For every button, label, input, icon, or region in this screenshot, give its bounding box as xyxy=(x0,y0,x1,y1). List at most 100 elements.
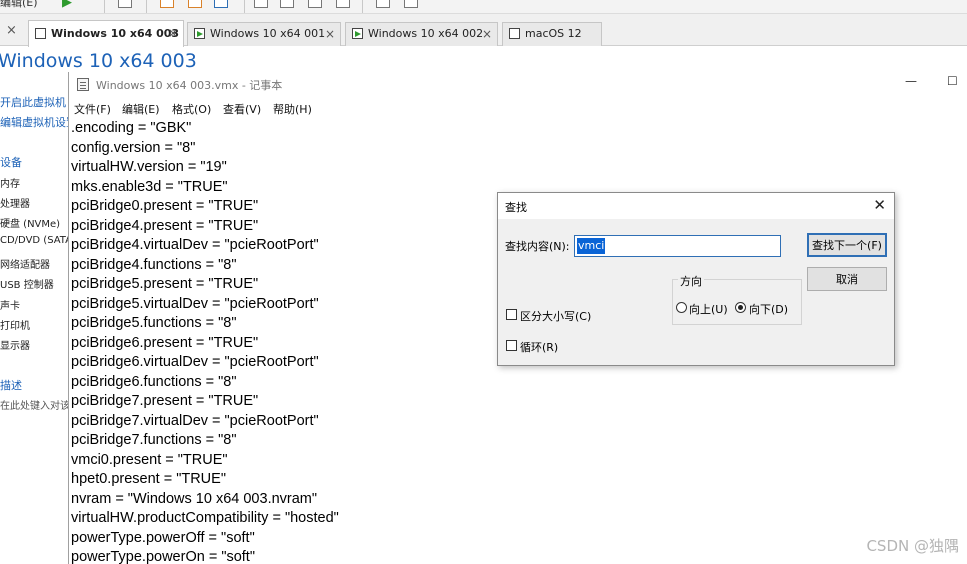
device-memory[interactable]: 内存 xyxy=(0,175,20,190)
text-line: pciBridge6.present = "TRUE" xyxy=(71,334,259,351)
tab-label: Windows 10 x64 003 xyxy=(51,27,180,40)
direction-up-label[interactable]: 向上(U) xyxy=(689,301,728,317)
wrap-around-label[interactable]: 循环(R) xyxy=(520,339,558,355)
text-line: powerType.powerOff = "soft" xyxy=(71,529,255,546)
power-on-vm-link[interactable]: 开启此虚拟机 xyxy=(0,94,66,110)
tab-label: Windows 10 x64 002 xyxy=(368,27,484,40)
text-line: pciBridge0.present = "TRUE" xyxy=(71,198,259,214)
text-line: pciBridge5.virtualDev = "pcieRootPort" xyxy=(71,295,319,312)
direction-down-radio[interactable] xyxy=(735,302,746,313)
device-sound-card[interactable]: 声卡 xyxy=(0,297,20,312)
device-usb-controller[interactable]: USB 控制器 xyxy=(0,276,54,291)
tab-windows-10-x64-002[interactable]: Windows 10 x64 002 × xyxy=(345,22,498,46)
tab-close-icon[interactable]: × xyxy=(325,23,335,45)
text-line: pciBridge6.functions = "8" xyxy=(71,373,237,390)
find-dialog-title: 查找 xyxy=(505,201,527,214)
text-line: pciBridge4.functions = "8" xyxy=(71,256,237,273)
menu-view[interactable]: 查看(V) xyxy=(223,101,261,117)
device-hard-disk[interactable]: 硬盘 (NVMe) xyxy=(0,215,60,230)
tab-label: macOS 12 xyxy=(525,27,582,40)
toolbar-divider xyxy=(146,0,147,13)
direction-label: 方向 xyxy=(678,273,704,289)
text-line: pciBridge4.virtualDev = "pcieRootPort" xyxy=(71,237,319,253)
find-dialog-titlebar[interactable]: 查找 ✕ xyxy=(498,193,894,219)
stretch-guest-icon[interactable] xyxy=(404,0,418,8)
find-what-label: 查找内容(N): xyxy=(505,240,570,253)
match-case-label[interactable]: 区分大小写(C) xyxy=(520,308,591,324)
toolbar-divider xyxy=(362,0,363,13)
send-keys-icon[interactable] xyxy=(118,0,132,8)
menu-format[interactable]: 格式(O) xyxy=(172,101,211,117)
device-printer[interactable]: 打印机 xyxy=(0,317,30,332)
text-line: virtualHW.version = "19" xyxy=(71,159,227,175)
find-dialog: 查找 ✕ 查找内容(N): vmci 查找下一个(F) 取消 方向 向上(U) … xyxy=(497,192,895,366)
device-network-adapter[interactable]: 网络适配器 xyxy=(0,256,50,271)
text-line: hpet0.present = "TRUE" xyxy=(71,471,226,487)
text-line: pciBridge7.virtualDev = "pcieRootPort" xyxy=(71,412,319,429)
direction-up-radio[interactable] xyxy=(676,302,687,313)
direction-down-label[interactable]: 向下(D) xyxy=(749,301,788,317)
edit-vm-settings-link[interactable]: 编辑虚拟机设置 xyxy=(0,114,70,130)
tab-windows-10-x64-001[interactable]: Windows 10 x64 001 × xyxy=(187,22,341,46)
console-view-icon[interactable] xyxy=(376,0,390,8)
text-line: mks.enable3d = "TRUE" xyxy=(71,178,228,195)
description-placeholder[interactable]: 在此处键入对该虚拟机的描述。 xyxy=(0,397,70,412)
cancel-button[interactable]: 取消 xyxy=(807,267,887,291)
power-on-icon[interactable]: ▶ xyxy=(62,0,72,12)
notepad-title: Windows 10 x64 003.vmx - 记事本 xyxy=(96,79,283,92)
notepad-titlebar[interactable]: Windows 10 x64 003.vmx - 记事本 — ☐ xyxy=(69,72,967,98)
text-line: .encoding = "GBK" xyxy=(71,120,192,136)
unity-icon[interactable] xyxy=(336,0,350,8)
device-processor[interactable]: 处理器 xyxy=(0,195,30,210)
text-line: pciBridge7.present = "TRUE" xyxy=(71,393,259,409)
find-what-selected-text: vmci xyxy=(577,238,606,254)
vm-tab-bar: × Windows 10 x64 003 × Windows 10 x64 00… xyxy=(0,14,967,47)
device-cd-dvd[interactable]: CD/DVD (SATA) xyxy=(0,235,70,246)
text-line: vmci0.present = "TRUE" xyxy=(71,451,228,468)
find-next-button[interactable]: 查找下一个(F) xyxy=(807,233,887,257)
menu-file[interactable]: 文件(F) xyxy=(74,101,111,117)
wrap-around-checkbox[interactable] xyxy=(506,340,517,351)
text-line: pciBridge5.present = "TRUE" xyxy=(71,276,259,292)
text-line: pciBridge4.present = "TRUE" xyxy=(71,217,259,234)
notepad-menubar: 文件(F) 编辑(E) 格式(O) 查看(V) 帮助(H) xyxy=(69,98,967,118)
host-menu-edit[interactable]: 编辑(E) xyxy=(0,0,38,12)
tab-close-icon[interactable]: × xyxy=(482,23,492,45)
text-line: nvram = "Windows 10 x64 003.nvram" xyxy=(71,490,318,507)
toolbar-divider xyxy=(104,0,105,13)
vm-summary-panel: 开启此虚拟机 编辑虚拟机设置 设备 内存 处理器 硬盘 (NVMe) CD/DV… xyxy=(0,92,70,422)
csdn-watermark: CSDN @独隅 xyxy=(866,537,959,555)
tab-macos-12[interactable]: macOS 12 xyxy=(502,22,602,46)
snapshot-manager-icon[interactable] xyxy=(214,0,228,8)
vm-icon xyxy=(509,28,520,39)
close-icon[interactable]: × xyxy=(6,23,17,38)
text-line: pciBridge5.functions = "8" xyxy=(71,315,237,331)
close-icon[interactable]: ✕ xyxy=(873,196,886,214)
text-line: pciBridge6.virtualDev = "pcieRootPort" xyxy=(71,354,319,370)
menu-help[interactable]: 帮助(H) xyxy=(273,101,312,117)
view-library-icon[interactable] xyxy=(254,0,268,8)
notepad-icon xyxy=(77,78,89,91)
tab-windows-10-x64-003[interactable]: Windows 10 x64 003 × xyxy=(28,20,184,47)
full-screen-icon[interactable] xyxy=(308,0,322,8)
tab-label: Windows 10 x64 001 xyxy=(210,27,326,40)
snapshot-icon[interactable] xyxy=(160,0,174,8)
text-line: pciBridge7.functions = "8" xyxy=(71,432,237,448)
text-line: config.version = "8" xyxy=(71,139,196,156)
tab-close-icon[interactable]: × xyxy=(168,21,178,46)
device-display[interactable]: 显示器 xyxy=(0,337,30,352)
toolbar-divider xyxy=(244,0,245,13)
maximize-icon[interactable]: ☐ xyxy=(947,74,958,88)
vm-running-icon xyxy=(194,28,205,39)
revert-snapshot-icon[interactable] xyxy=(188,0,202,8)
text-line: powerType.powerOn = "soft" xyxy=(71,549,255,564)
text-line: virtualHW.productCompatibility = "hosted… xyxy=(71,510,339,526)
vm-icon xyxy=(35,28,46,39)
vm-title: Windows 10 x64 003 xyxy=(0,50,197,72)
menu-edit[interactable]: 编辑(E) xyxy=(122,101,160,117)
match-case-checkbox[interactable] xyxy=(506,309,517,320)
description-heading: 描述 xyxy=(0,379,22,392)
view-thumbnail-icon[interactable] xyxy=(280,0,294,8)
minimize-icon[interactable]: — xyxy=(905,74,917,88)
vm-running-icon xyxy=(352,28,363,39)
